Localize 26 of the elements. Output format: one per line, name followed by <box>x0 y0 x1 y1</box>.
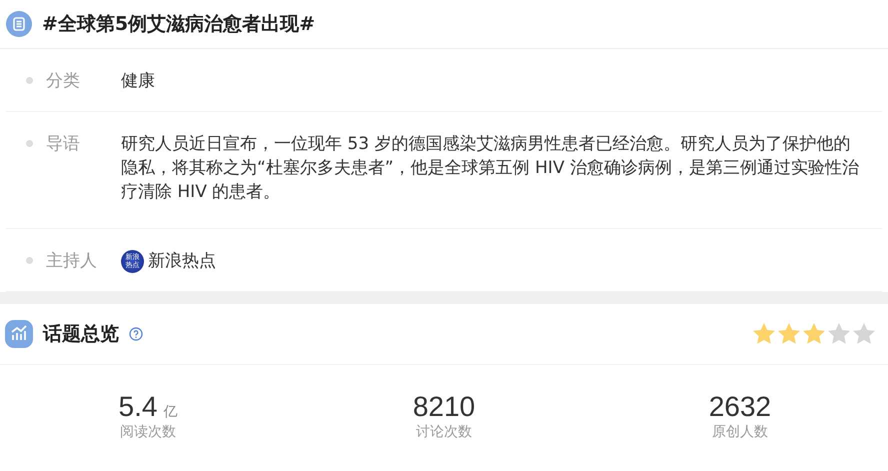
stat-label: 原创人数 <box>712 423 768 441</box>
stat-label: 阅读次数 <box>120 423 176 441</box>
field-value: 研究人员近日宣布，一位现年 53 岁的德国感染艾滋病男性患者已经治愈。研究人员为了保护他的隐私，将其称之为“杜塞尔多夫患者”，他是全球第五例 HIV 治愈确诊病例，是第三例通过实验性治疗清除 HIV 的患者。 <box>121 133 860 204</box>
star-icon <box>777 322 801 346</box>
host-name[interactable]: 新浪热点 <box>148 249 216 273</box>
field-value: 健康 <box>121 70 155 93</box>
bullet-dot <box>26 140 33 147</box>
stat-value: 5.4 <box>118 391 158 423</box>
topic-title: #全球第5例艾滋病治愈者出现# <box>42 12 316 37</box>
field-label: 导语 <box>46 133 81 156</box>
overview-title: 话题总览 <box>43 322 119 347</box>
star-icon <box>752 322 776 346</box>
star-icon <box>802 322 826 346</box>
stat-unit: 亿 <box>163 403 178 421</box>
field-label: 主持人 <box>46 250 98 273</box>
bullet-dot <box>26 77 33 84</box>
star-icon <box>827 322 851 346</box>
stat-value: 8210 <box>412 391 476 423</box>
stat-label: 讨论次数 <box>416 423 472 441</box>
stat-value: 2632 <box>708 391 772 423</box>
list-icon <box>6 11 32 37</box>
chart-icon <box>5 320 33 348</box>
field-label: 分类 <box>46 70 81 93</box>
help-icon[interactable] <box>129 327 143 341</box>
bullet-dot <box>26 257 33 264</box>
star-icon <box>852 322 876 346</box>
